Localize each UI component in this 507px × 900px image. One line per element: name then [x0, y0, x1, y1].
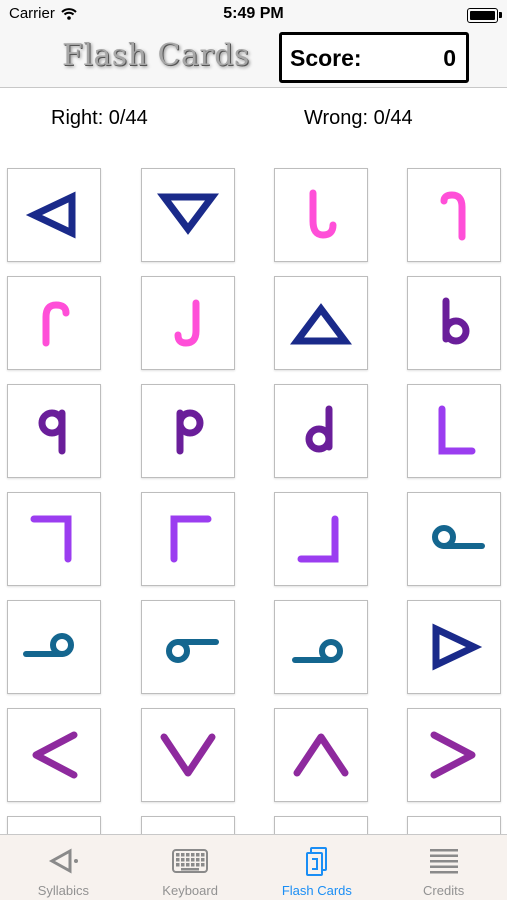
syllabic-glyph-icon [430, 731, 476, 779]
flash-card[interactable] [141, 816, 235, 834]
flash-card[interactable] [274, 276, 368, 370]
syllabic-glyph-icon [442, 297, 470, 345]
flash-card[interactable] [7, 168, 101, 262]
syllabic-glyph-icon [30, 515, 72, 563]
syllabic-glyph-icon [174, 299, 200, 347]
flash-card[interactable] [274, 600, 368, 694]
flash-card[interactable] [141, 276, 235, 370]
syllabic-glyph-icon [25, 191, 76, 239]
keyboard-icon [127, 845, 254, 877]
flash-card[interactable] [407, 600, 501, 694]
flash-card[interactable] [7, 600, 101, 694]
syllabic-glyph-icon [432, 623, 483, 671]
syllabic-glyph-icon [176, 409, 204, 455]
flash-card[interactable] [407, 276, 501, 370]
syllabic-glyph-icon [292, 639, 343, 663]
flash-card[interactable] [407, 708, 501, 802]
flash-card[interactable] [407, 384, 501, 478]
tab-bar: Syllabics Keyboard Flash Cards Credits [0, 834, 507, 900]
tab-label: Syllabics [37, 883, 90, 898]
syllabic-glyph-icon [297, 515, 339, 563]
flash-card[interactable] [7, 816, 101, 834]
flash-card[interactable] [407, 816, 501, 834]
tab-label: Keyboard [162, 883, 218, 898]
flash-card[interactable] [141, 168, 235, 262]
syllabic-glyph-icon [309, 189, 337, 239]
flash-card-grid [0, 0, 507, 834]
tab-label: Credits [423, 883, 465, 898]
flash-card[interactable] [274, 708, 368, 802]
flash-card[interactable] [141, 492, 235, 586]
flash-card[interactable] [7, 492, 101, 586]
syllabic-glyph-icon [440, 191, 466, 241]
syllabic-glyph-icon [38, 409, 66, 455]
flash-card[interactable] [141, 600, 235, 694]
credits-icon [380, 845, 507, 877]
syllabic-glyph-icon [157, 193, 219, 235]
syllabic-glyph-icon [23, 633, 74, 657]
flash-card[interactable] [7, 276, 101, 370]
flash-card[interactable] [274, 384, 368, 478]
syllabic-glyph-icon [170, 515, 212, 563]
tab-flash-cards[interactable]: Flash Cards [254, 835, 381, 900]
tab-syllabics[interactable]: Syllabics [0, 835, 127, 900]
flash-card[interactable] [274, 816, 368, 834]
flash-card[interactable] [274, 168, 368, 262]
syllabic-glyph-icon [290, 303, 352, 345]
syllabic-glyph-icon [432, 525, 485, 549]
tab-label: Flash Cards [281, 883, 352, 898]
tab-keyboard[interactable]: Keyboard [127, 835, 254, 900]
flash-card[interactable] [141, 384, 235, 478]
syllabic-glyph-icon [305, 405, 333, 453]
flash-card[interactable] [407, 492, 501, 586]
flash-card[interactable] [7, 384, 101, 478]
flash-card[interactable] [141, 708, 235, 802]
syllabic-glyph-icon [42, 301, 70, 347]
flash-card[interactable] [407, 168, 501, 262]
flash-cards-icon [254, 845, 381, 877]
flash-card[interactable] [274, 492, 368, 586]
syllabic-glyph-icon [166, 639, 219, 663]
syllabic-glyph-icon [293, 733, 349, 777]
syllabic-glyph-icon [160, 733, 216, 777]
flash-card[interactable] [7, 708, 101, 802]
tab-credits[interactable]: Credits [380, 835, 507, 900]
syllabic-glyph-icon [438, 405, 476, 455]
syllabic-glyph-icon [32, 731, 78, 779]
syllabics-icon [0, 845, 127, 877]
